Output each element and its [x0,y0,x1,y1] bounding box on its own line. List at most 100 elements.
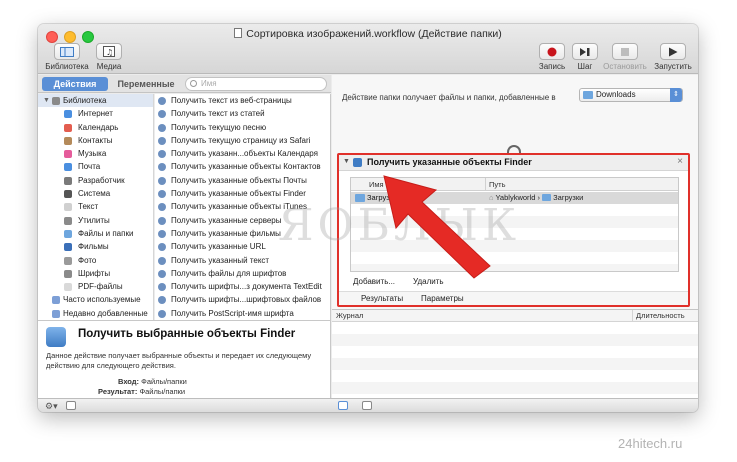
list-view-icon[interactable] [338,401,348,410]
library-folder-icon [52,97,60,105]
library-item[interactable]: Календарь [38,121,153,134]
log-stripe [332,382,698,394]
library-item-label: Текст [78,202,99,212]
action-list-item[interactable]: Получить текст из статей [155,107,330,120]
run-button[interactable]: Запустить [650,43,696,71]
action-icon [158,163,166,172]
column-header-name[interactable]: Имя [351,178,486,191]
library-item[interactable]: Разработчик [38,174,153,187]
tab-results[interactable]: Результаты [361,294,403,303]
row-path-separator: › [537,193,540,202]
stop-button[interactable]: Остановить [602,43,648,71]
action-icon [158,190,166,199]
collapse-triangle-icon[interactable]: ▼ [343,158,350,165]
category-icon [64,163,72,172]
folder-icon [583,91,593,99]
action-list-label: Получить текст из статей [171,109,265,119]
tab-variables[interactable]: Переменные [112,77,180,91]
result-type-label: Результат: [98,387,138,396]
action-list-label: Получить указанные объекты Finder [171,189,306,199]
tab-parameters[interactable]: Параметры [421,294,464,303]
action-list-item[interactable]: Получить указанные объекты Контактов [155,160,330,173]
action-list-item[interactable]: Получить указанные объекты Finder [155,187,330,200]
input-type-label: Вход: [118,377,140,386]
step-label: Шаг [577,62,593,71]
media-label: Медиа [96,62,122,71]
add-button[interactable]: Добавить... [353,277,395,286]
action-icon [158,229,166,238]
step-icon [572,43,598,60]
library-item[interactable]: PDF-файлы [38,280,153,293]
library-item[interactable]: Система [38,187,153,200]
smart-group-item[interactable]: Часто используемые [38,293,153,306]
action-list-label: Получить текущую страницу из Safari [171,135,311,145]
folder-select[interactable]: Downloads ⇕ [579,88,683,102]
action-list-item[interactable]: Получить указанный текст [155,254,330,267]
library-item-label: Интернет [78,109,113,119]
action-title: Получить указанные объекты Finder [367,157,532,167]
library-item-label: Разработчик [78,175,125,185]
library-root[interactable]: ▼ Библиотека [38,94,153,108]
action-icon [158,269,166,278]
action-connector [507,145,521,153]
action-icon [158,150,166,159]
action-icon [158,176,166,185]
action-list-item[interactable]: Получить шрифты...з документа TextEdit [155,280,330,293]
library-toggle-label: Библиотека [45,62,89,71]
library-item[interactable]: Контакты [38,134,153,147]
library-item-label: Система [78,189,111,199]
action-list-item[interactable]: Получить текущую песню [155,121,330,134]
action-icon [158,216,166,225]
library-item[interactable]: Шрифты [38,267,153,280]
search-input[interactable]: Имя [185,77,327,91]
play-icon [660,43,686,60]
smart-group-item[interactable]: Недавно добавленные [38,307,153,320]
action-list-item[interactable]: Получить шрифты...шрифтовых файлов [155,293,330,306]
category-icon [64,283,72,292]
library-item[interactable]: Фото [38,254,153,267]
remove-button[interactable]: Удалить [413,277,444,286]
record-button[interactable]: Запись [534,43,570,71]
action-list-item[interactable]: Получить файлы для шрифтов [155,267,330,280]
action-list-label: Получить шрифты...з документа TextEdit [171,282,322,292]
library-item[interactable]: Музыка [38,147,153,160]
tab-actions[interactable]: Действия [42,77,108,91]
media-button[interactable]: ♫ Медиа [92,43,126,71]
log-stripe [332,358,698,370]
category-icon [64,190,72,199]
result-type-value: Файлы/папки [139,387,186,396]
flow-view-icon[interactable] [362,401,372,410]
library-item[interactable]: Фильмы [38,240,153,253]
action-icon [158,123,166,132]
action-icon [158,256,166,265]
window-title: Сортировка изображений.workflow (Действи… [38,28,698,40]
smart-folder-icon [52,296,60,305]
library-toggle-button[interactable]: Библиотека [42,43,92,71]
log-column-journal[interactable]: Журнал [336,310,363,322]
stop-label: Остановить [603,62,647,71]
action-description-pane: Получить выбранные объекты Finder Данное… [38,320,331,398]
library-root-label: Библиотека [63,96,107,105]
library-item[interactable]: Файлы и папки [38,227,153,240]
library-item[interactable]: Почта [38,160,153,173]
log-column-duration[interactable]: Длительность [632,310,685,322]
library-item[interactable]: Текст [38,200,153,213]
library-item[interactable]: Интернет [38,107,153,120]
input-type-value: Файлы/папки [141,377,187,386]
gear-menu-icon[interactable]: ⚙▾ [45,401,58,412]
record-label: Запись [538,62,566,71]
step-button[interactable]: Шаг [570,43,600,71]
action-list-item[interactable]: Получить указанные объекты Почты [155,174,330,187]
column-header-path[interactable]: Путь [486,178,678,191]
action-list-item[interactable]: Получить текст из веб-страницы [155,94,330,107]
library-item-label: Контакты [78,135,113,145]
description-toggle-icon[interactable] [66,401,76,410]
action-list-label: Получить указанные серверы [171,215,282,225]
close-action-icon[interactable]: × [677,156,683,167]
category-icon [64,136,72,145]
disclosure-triangle-icon[interactable]: ▼ [43,94,50,107]
library-item[interactable]: Утилиты [38,214,153,227]
action-list-item[interactable]: Получить PostScript-имя шрифта [155,307,330,320]
action-list-item[interactable]: Получить указанн...объекты Календаря [155,147,330,160]
action-list-item[interactable]: Получить текущую страницу из Safari [155,134,330,147]
